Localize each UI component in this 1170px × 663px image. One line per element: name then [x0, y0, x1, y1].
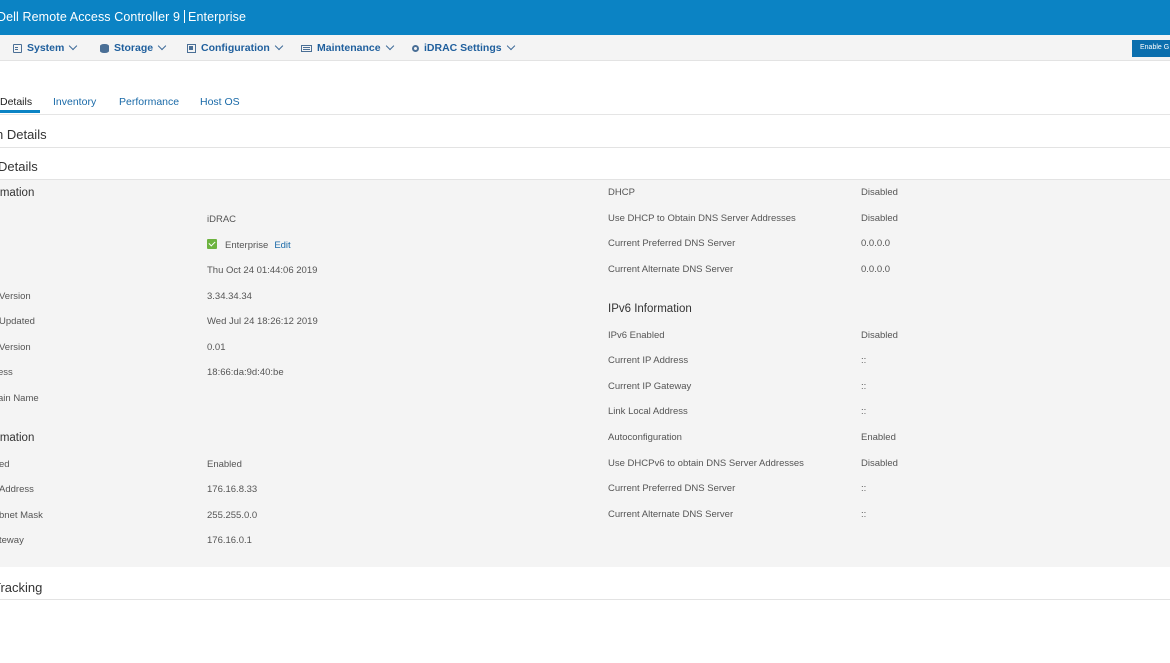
ipv4-enabled-value: Enabled	[207, 459, 242, 470]
dhcp-dns-label: Use DHCP to Obtain DNS Server Addresses	[608, 213, 796, 224]
title-separator	[184, 10, 186, 23]
app-title: Dell Remote Access Controller 9 Enterpris…	[0, 10, 246, 24]
nav-configuration-label: Configuration	[201, 42, 270, 54]
product-name: Dell Remote Access Controller 9	[0, 10, 181, 24]
nav-configuration[interactable]: Configuration	[187, 41, 284, 54]
subsection-title[interactable]: Details	[0, 159, 38, 174]
tracking-section-title[interactable]: Tracking	[0, 580, 42, 595]
ipv6-enabled-value: Disabled	[861, 330, 898, 341]
nav-system[interactable]: System	[13, 41, 78, 54]
dhcp-value: Disabled	[861, 187, 898, 198]
tab-inventory[interactable]: Inventory	[53, 96, 96, 108]
ipmi-version-value: 0.01	[207, 342, 226, 353]
tab-bar: Details Inventory Performance Host OS	[0, 96, 1170, 115]
tab-performance[interactable]: Performance	[119, 96, 179, 108]
ipv6-enabled-label: IPv6 Enabled	[608, 330, 665, 341]
nav-idrac-settings[interactable]: iDRAC Settings	[412, 41, 515, 54]
last-updated-value: Wed Jul 24 18:26:12 2019	[207, 316, 318, 327]
tab-details[interactable]: Details	[0, 96, 32, 108]
ipv6-section-title: IPv6 Information	[608, 303, 692, 315]
details-panel: rmation iDRAC Enterprise Edit Thu Oct 24 …	[0, 179, 1170, 567]
system-icon	[13, 43, 22, 53]
storage-icon	[100, 43, 109, 53]
app-header: Dell Remote Access Controller 9 Enterpris…	[0, 0, 1170, 35]
gear-icon	[412, 44, 419, 52]
nav-maintenance[interactable]: Maintenance	[301, 41, 394, 54]
alternate-dns-value: 0.0.0.0	[861, 264, 891, 275]
link-local-value: ::	[861, 406, 867, 417]
autoconfiguration-label: Autoconfiguration	[608, 432, 682, 443]
chevron-down-icon	[274, 41, 284, 51]
main-nav: System Storage Configuration Maintenance…	[0, 35, 1170, 61]
datetime-value: Thu Oct 24 01:44:06 2019	[207, 265, 318, 276]
section-title: n Details	[0, 127, 47, 142]
configuration-icon	[187, 43, 196, 53]
device-type-value: iDRAC	[207, 214, 237, 225]
preferred-dns-value: 0.0.0.0	[861, 238, 891, 249]
check-icon	[207, 239, 217, 249]
subnet-mask-value: 255.255.0.0	[207, 510, 258, 521]
maintenance-icon	[301, 45, 312, 52]
ipv6-alternate-dns-value: ::	[861, 509, 867, 520]
ipv6-address-label: Current IP Address	[608, 355, 689, 366]
ipv6-gateway-label: Current IP Gateway	[608, 381, 692, 392]
subnet-mask-label: bnet Mask	[0, 510, 43, 521]
ipv6-preferred-dns-label: Current Preferred DNS Server	[608, 483, 736, 494]
firmware-version-value: 3.34.34.34	[207, 291, 252, 302]
mac-address-label: ess	[0, 367, 13, 378]
chevron-down-icon	[385, 41, 394, 51]
preferred-dns-label: Current Preferred DNS Server	[608, 238, 736, 249]
chevron-down-icon	[506, 41, 515, 51]
ip-address-value: 176.16.8.33	[207, 484, 258, 495]
dhcpv6-dns-value: Disabled	[861, 458, 898, 469]
enable-button[interactable]: Enable G	[1132, 40, 1170, 57]
link-local-label: Link Local Address	[608, 406, 688, 417]
active-tab-indicator	[0, 110, 40, 113]
license-value: Enterprise Edit	[207, 239, 291, 251]
section-divider	[0, 147, 1170, 148]
ipv4-enabled-label: ed	[0, 459, 10, 470]
chevron-down-icon	[157, 41, 167, 51]
ip-address-label: Address	[0, 484, 34, 495]
license-value-text: Enterprise	[225, 240, 269, 251]
nav-maintenance-label: Maintenance	[317, 42, 381, 54]
domain-name-label: ain Name	[0, 393, 39, 404]
gateway-value: 176.16.0.1	[207, 535, 252, 546]
last-updated-label: Updated	[0, 316, 35, 327]
info-section-title: rmation	[0, 187, 35, 199]
dhcpv6-dns-label: Use DHCPv6 to obtain DNS Server Addresse…	[608, 458, 804, 469]
alternate-dns-label: Current Alternate DNS Server	[608, 264, 734, 275]
section-divider	[0, 599, 1170, 600]
dhcp-dns-value: Disabled	[861, 213, 898, 224]
ipv6-preferred-dns-value: ::	[861, 483, 867, 494]
firmware-version-label: Version	[0, 291, 31, 302]
edit-license-link[interactable]: Edit	[274, 240, 290, 251]
nav-system-label: System	[27, 42, 65, 54]
ipmi-version-label: Version	[0, 342, 31, 353]
dhcp-label: DHCP	[608, 187, 635, 198]
chevron-down-icon	[69, 41, 78, 51]
mac-address-value: 18:66:da:9d:40:be	[207, 367, 284, 378]
product-edition: Enterprise	[188, 10, 247, 24]
nav-storage[interactable]: Storage	[100, 41, 167, 54]
nav-idrac-settings-label: iDRAC Settings	[424, 42, 502, 54]
gateway-label: teway	[0, 535, 24, 546]
ipv6-gateway-value: ::	[861, 381, 867, 392]
nav-storage-label: Storage	[114, 42, 154, 54]
autoconfiguration-value: Enabled	[861, 432, 896, 443]
ipv6-address-value: ::	[861, 355, 867, 366]
ipv6-alternate-dns-label: Current Alternate DNS Server	[608, 509, 734, 520]
ipv4-section-title: rmation	[0, 432, 35, 444]
tab-host-os[interactable]: Host OS	[200, 96, 240, 108]
